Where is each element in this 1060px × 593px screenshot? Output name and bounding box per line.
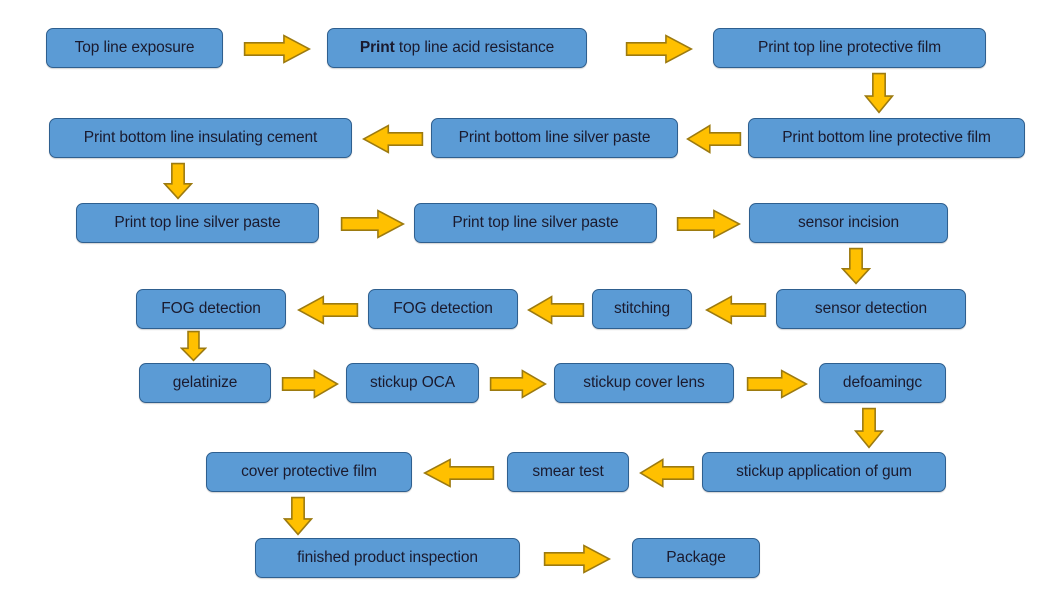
process-node-print-top-line-protective-film[interactable]: Print top line protective film [713,28,986,68]
process-node-cover-protective-film[interactable]: cover protective film [206,452,412,492]
arrow-right-n2-n3-icon [625,34,693,64]
process-node-stitching[interactable]: stitching [592,289,692,329]
process-node-label: Print bottom line silver paste [458,129,651,147]
process-node-finished-product-inspection[interactable]: finished product inspection [255,538,520,578]
arrow-right-n15-n16-icon [489,369,547,399]
arrow-right-n21-n22-icon [543,544,611,574]
arrow-right-n8-n9-icon [676,209,741,239]
process-node-package[interactable]: Package [632,538,760,578]
arrow-right-n14-n15-icon [281,369,339,399]
process-node-smear-test[interactable]: smear test [507,452,629,492]
process-node-label-emphasis: Print [359,39,395,57]
process-node-stickup-oca[interactable]: stickup OCA [346,363,479,403]
process-node-print-top-line-acid-resistance[interactable]: Print top line acid resistance [327,28,587,68]
arrow-left-n18-n19-icon [639,458,695,488]
arrow-left-n5-n6-icon [362,124,424,154]
arrow-down-n13-n14-icon [180,330,207,362]
process-node-label: sensor incision [797,214,900,232]
process-node-print-bottom-line-silver-paste[interactable]: Print bottom line silver paste [431,118,678,158]
process-node-label-rest: top line acid resistance [394,39,555,57]
process-node-label: stitching [614,300,670,318]
process-node-label: defoamingc [842,374,923,392]
process-node-defoamingc[interactable]: defoamingc [819,363,946,403]
flowchart-canvas: Top line exposure Print top line acid res… [0,0,1060,593]
arrow-right-n1-n2-icon [243,34,311,64]
process-node-sensor-incision[interactable]: sensor incision [749,203,948,243]
process-node-label: stickup application of gum [736,463,912,481]
process-node-label: Package [666,549,726,567]
process-node-fog-detection[interactable]: FOG detection [368,289,518,329]
arrow-left-n11-n12-icon [527,295,585,325]
process-node-print-top-line-silver-paste[interactable]: Print top line silver paste [414,203,657,243]
process-node-label: finished product inspection [297,549,478,567]
process-node-fog-detection[interactable]: FOG detection [136,289,286,329]
process-node-label: sensor detection [814,300,928,318]
process-node-label: Print bottom line protective film [782,129,991,147]
process-node-label: FOG detection [161,300,261,318]
process-node-label: gelatinize [172,374,238,392]
arrow-down-n9-n10-icon [841,247,871,285]
arrow-left-n19-n20-icon [423,458,495,488]
arrow-left-n4-n5-icon [686,124,742,154]
arrow-right-n16-n17-icon [746,369,808,399]
arrow-left-n10-n11-icon [705,295,767,325]
process-node-print-top-line-silver-paste[interactable]: Print top line silver paste [76,203,319,243]
process-node-label: Print bottom line insulating cement [83,129,318,147]
process-node-label: Print top line silver paste [452,214,619,232]
process-node-stickup-application-of-gum[interactable]: stickup application of gum [702,452,946,492]
process-node-gelatinize[interactable]: gelatinize [139,363,271,403]
arrow-down-n17-n18-icon [854,407,884,449]
process-node-label: Print top line protective film [757,39,942,57]
process-node-label: stickup OCA [369,374,456,392]
process-node-print-bottom-line-protective-film[interactable]: Print bottom line protective film [748,118,1025,158]
process-node-label: cover protective film [241,463,377,481]
process-node-print-bottom-line-insulating-cement[interactable]: Print bottom line insulating cement [49,118,352,158]
process-node-label: stickup cover lens [583,374,705,392]
process-node-label: Print top line acid resistance [360,39,554,56]
process-node-stickup-cover-lens[interactable]: stickup cover lens [554,363,734,403]
arrow-down-n20-n21-icon [283,496,313,536]
arrow-down-n6-n7-icon [163,162,193,200]
arrow-left-n12-n13-icon [297,295,359,325]
arrow-right-n7-n8-icon [340,209,405,239]
process-node-label: Print top line silver paste [114,214,281,232]
process-node-label: Top line exposure [74,39,195,57]
process-node-label: FOG detection [393,300,493,318]
process-node-label: smear test [532,463,604,481]
arrow-down-n3-n4-icon [864,72,894,114]
process-node-sensor-detection[interactable]: sensor detection [776,289,966,329]
process-node-top-line-exposure[interactable]: Top line exposure [46,28,223,68]
